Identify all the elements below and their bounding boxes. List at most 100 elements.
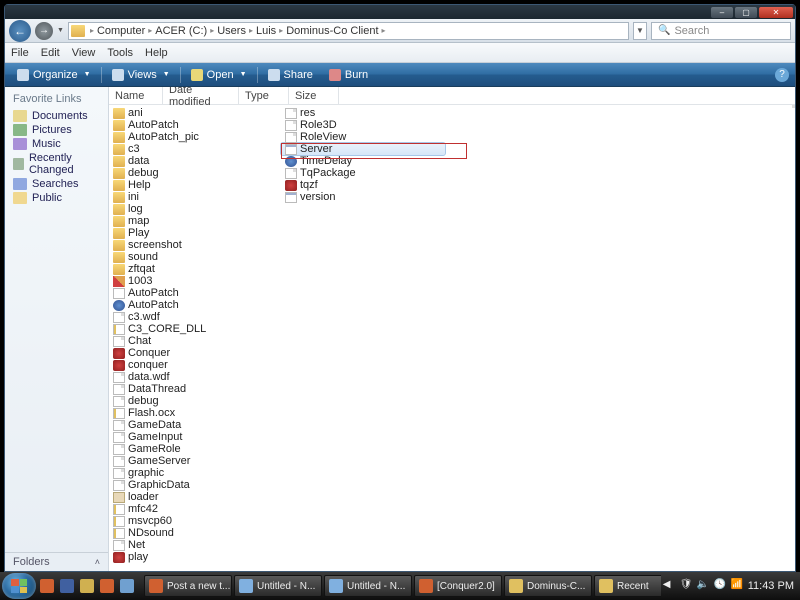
organize-button[interactable]: Organize▼ — [11, 67, 97, 83]
file-item[interactable]: TimeDelay — [281, 155, 445, 167]
tray-icon[interactable]: 📶 — [731, 579, 745, 593]
sidebar-item[interactable]: Public — [5, 191, 108, 205]
address-bar[interactable]: ▸ Computer▸ ACER (C:)▸ Users▸ Luis▸ Domi… — [68, 22, 629, 40]
file-item[interactable]: GameRole — [109, 443, 281, 455]
burn-button[interactable]: Burn — [323, 67, 374, 83]
file-item[interactable]: AutoPatch_pic — [109, 131, 281, 143]
file-item[interactable]: RoleView — [281, 131, 445, 143]
file-item[interactable]: msvcp60 — [109, 515, 281, 527]
file-item[interactable]: tqzf — [281, 179, 445, 191]
file-item[interactable]: Play — [109, 227, 281, 239]
file-item[interactable]: data.wdf — [109, 371, 281, 383]
back-button[interactable]: ← — [9, 20, 31, 42]
sidebar-item[interactable]: Searches — [5, 177, 108, 191]
file-item[interactable]: version — [281, 191, 445, 203]
file-item[interactable]: DataThread — [109, 383, 281, 395]
file-item[interactable]: c3 — [109, 143, 281, 155]
sidebar-item[interactable]: Pictures — [5, 123, 108, 137]
file-item[interactable]: ani — [109, 107, 281, 119]
open-button[interactable]: Open▼ — [185, 67, 253, 83]
file-item[interactable]: res — [281, 107, 445, 119]
file-item[interactable]: Net — [109, 539, 281, 551]
file-item[interactable]: GameServer — [109, 455, 281, 467]
file-item[interactable]: debug — [109, 395, 281, 407]
quicklaunch-item[interactable] — [78, 576, 96, 596]
file-item[interactable]: c3.wdf — [109, 311, 281, 323]
file-item[interactable]: sound — [109, 251, 281, 263]
breadcrumb-segment[interactable]: Users — [215, 25, 248, 37]
file-item[interactable]: NDsound — [109, 527, 281, 539]
file-item[interactable]: debug — [109, 167, 281, 179]
taskbar-button[interactable]: Untitled - N... — [234, 575, 322, 597]
sidebar-item[interactable]: Music — [5, 137, 108, 151]
file-item[interactable]: GameData — [109, 419, 281, 431]
tray-icon[interactable]: 🛡 — [680, 579, 694, 593]
file-item[interactable]: loader — [109, 491, 281, 503]
start-button[interactable] — [2, 573, 36, 599]
breadcrumb-segment[interactable]: Computer — [95, 25, 147, 37]
file-item[interactable]: GraphicData — [109, 479, 281, 491]
taskbar-button[interactable]: Recent — [594, 575, 661, 597]
menu-file[interactable]: File — [11, 47, 29, 59]
file-item[interactable]: Flash.ocx — [109, 407, 281, 419]
taskbar-button[interactable]: [Conquer2.0] — [414, 575, 502, 597]
file-item[interactable]: graphic — [109, 467, 281, 479]
column-type[interactable]: Type — [239, 87, 289, 104]
menu-view[interactable]: View — [72, 47, 96, 59]
help-button[interactable]: ? — [775, 68, 789, 82]
file-item[interactable]: AutoPatch — [109, 287, 281, 299]
search-input[interactable]: 🔍 Search — [651, 22, 791, 40]
file-item[interactable]: conquer — [109, 359, 281, 371]
breadcrumb-segment[interactable]: Dominus-Co Client — [284, 25, 380, 37]
forward-button[interactable]: → — [35, 22, 53, 40]
column-size[interactable]: Size — [289, 87, 339, 104]
file-item[interactable]: zftqat — [109, 263, 281, 275]
share-button[interactable]: Share — [262, 67, 319, 83]
quicklaunch-item[interactable] — [38, 576, 56, 596]
column-name[interactable]: Name — [109, 87, 163, 104]
file-item[interactable]: 1003 — [109, 275, 281, 287]
minimize-button[interactable]: – — [711, 7, 733, 18]
file-item[interactable]: Chat — [109, 335, 281, 347]
breadcrumb-segment[interactable]: ACER (C:) — [153, 25, 209, 37]
taskbar-button[interactable]: Post a new t... — [144, 575, 232, 597]
file-item[interactable]: log — [109, 203, 281, 215]
taskbar-button[interactable]: Untitled - N... — [324, 575, 412, 597]
file-item[interactable]: play — [109, 551, 281, 563]
file-item[interactable]: screenshot — [109, 239, 281, 251]
quicklaunch-item[interactable] — [118, 576, 136, 596]
file-item[interactable]: AutoPatch — [109, 119, 281, 131]
file-item[interactable]: C3_CORE_DLL — [109, 323, 281, 335]
folders-pane-toggle[interactable]: Folders˄ — [5, 552, 108, 571]
views-button[interactable]: Views▼ — [106, 67, 176, 83]
file-item[interactable]: Help — [109, 179, 281, 191]
tray-icon[interactable]: ◀ — [663, 579, 677, 593]
menu-help[interactable]: Help — [145, 47, 168, 59]
file-item[interactable]: TqPackage — [281, 167, 445, 179]
file-item[interactable]: Server — [281, 143, 445, 155]
taskbar-button[interactable]: Dominus-C... — [504, 575, 592, 597]
file-item[interactable]: Conquer — [109, 347, 281, 359]
file-item[interactable]: mfc42 — [109, 503, 281, 515]
file-item[interactable]: GameInput — [109, 431, 281, 443]
address-dropdown[interactable]: ▼ — [633, 22, 647, 40]
sidebar-item[interactable]: Documents — [5, 109, 108, 123]
sidebar-item[interactable]: Recently Changed — [5, 151, 108, 177]
menu-tools[interactable]: Tools — [107, 47, 133, 59]
close-button[interactable]: ✕ — [759, 7, 793, 18]
nav-history-dropdown[interactable]: ▼ — [57, 27, 64, 34]
file-item[interactable]: ini — [109, 191, 281, 203]
maximize-button[interactable]: ▢ — [735, 7, 757, 18]
taskbar-clock[interactable]: 11:43 PM — [748, 580, 794, 592]
file-item[interactable]: map — [109, 215, 281, 227]
quicklaunch-item[interactable] — [98, 576, 116, 596]
file-item[interactable]: Role3D — [281, 119, 445, 131]
file-item[interactable]: AutoPatch — [109, 299, 281, 311]
menu-edit[interactable]: Edit — [41, 47, 60, 59]
quicklaunch-item[interactable] — [58, 576, 76, 596]
breadcrumb-segment[interactable]: Luis — [254, 25, 278, 37]
tray-icon[interactable]: 🕓 — [714, 579, 728, 593]
column-date[interactable]: Date modified — [163, 87, 239, 104]
tray-icon[interactable]: 🔈 — [697, 579, 711, 593]
file-item[interactable]: data — [109, 155, 281, 167]
